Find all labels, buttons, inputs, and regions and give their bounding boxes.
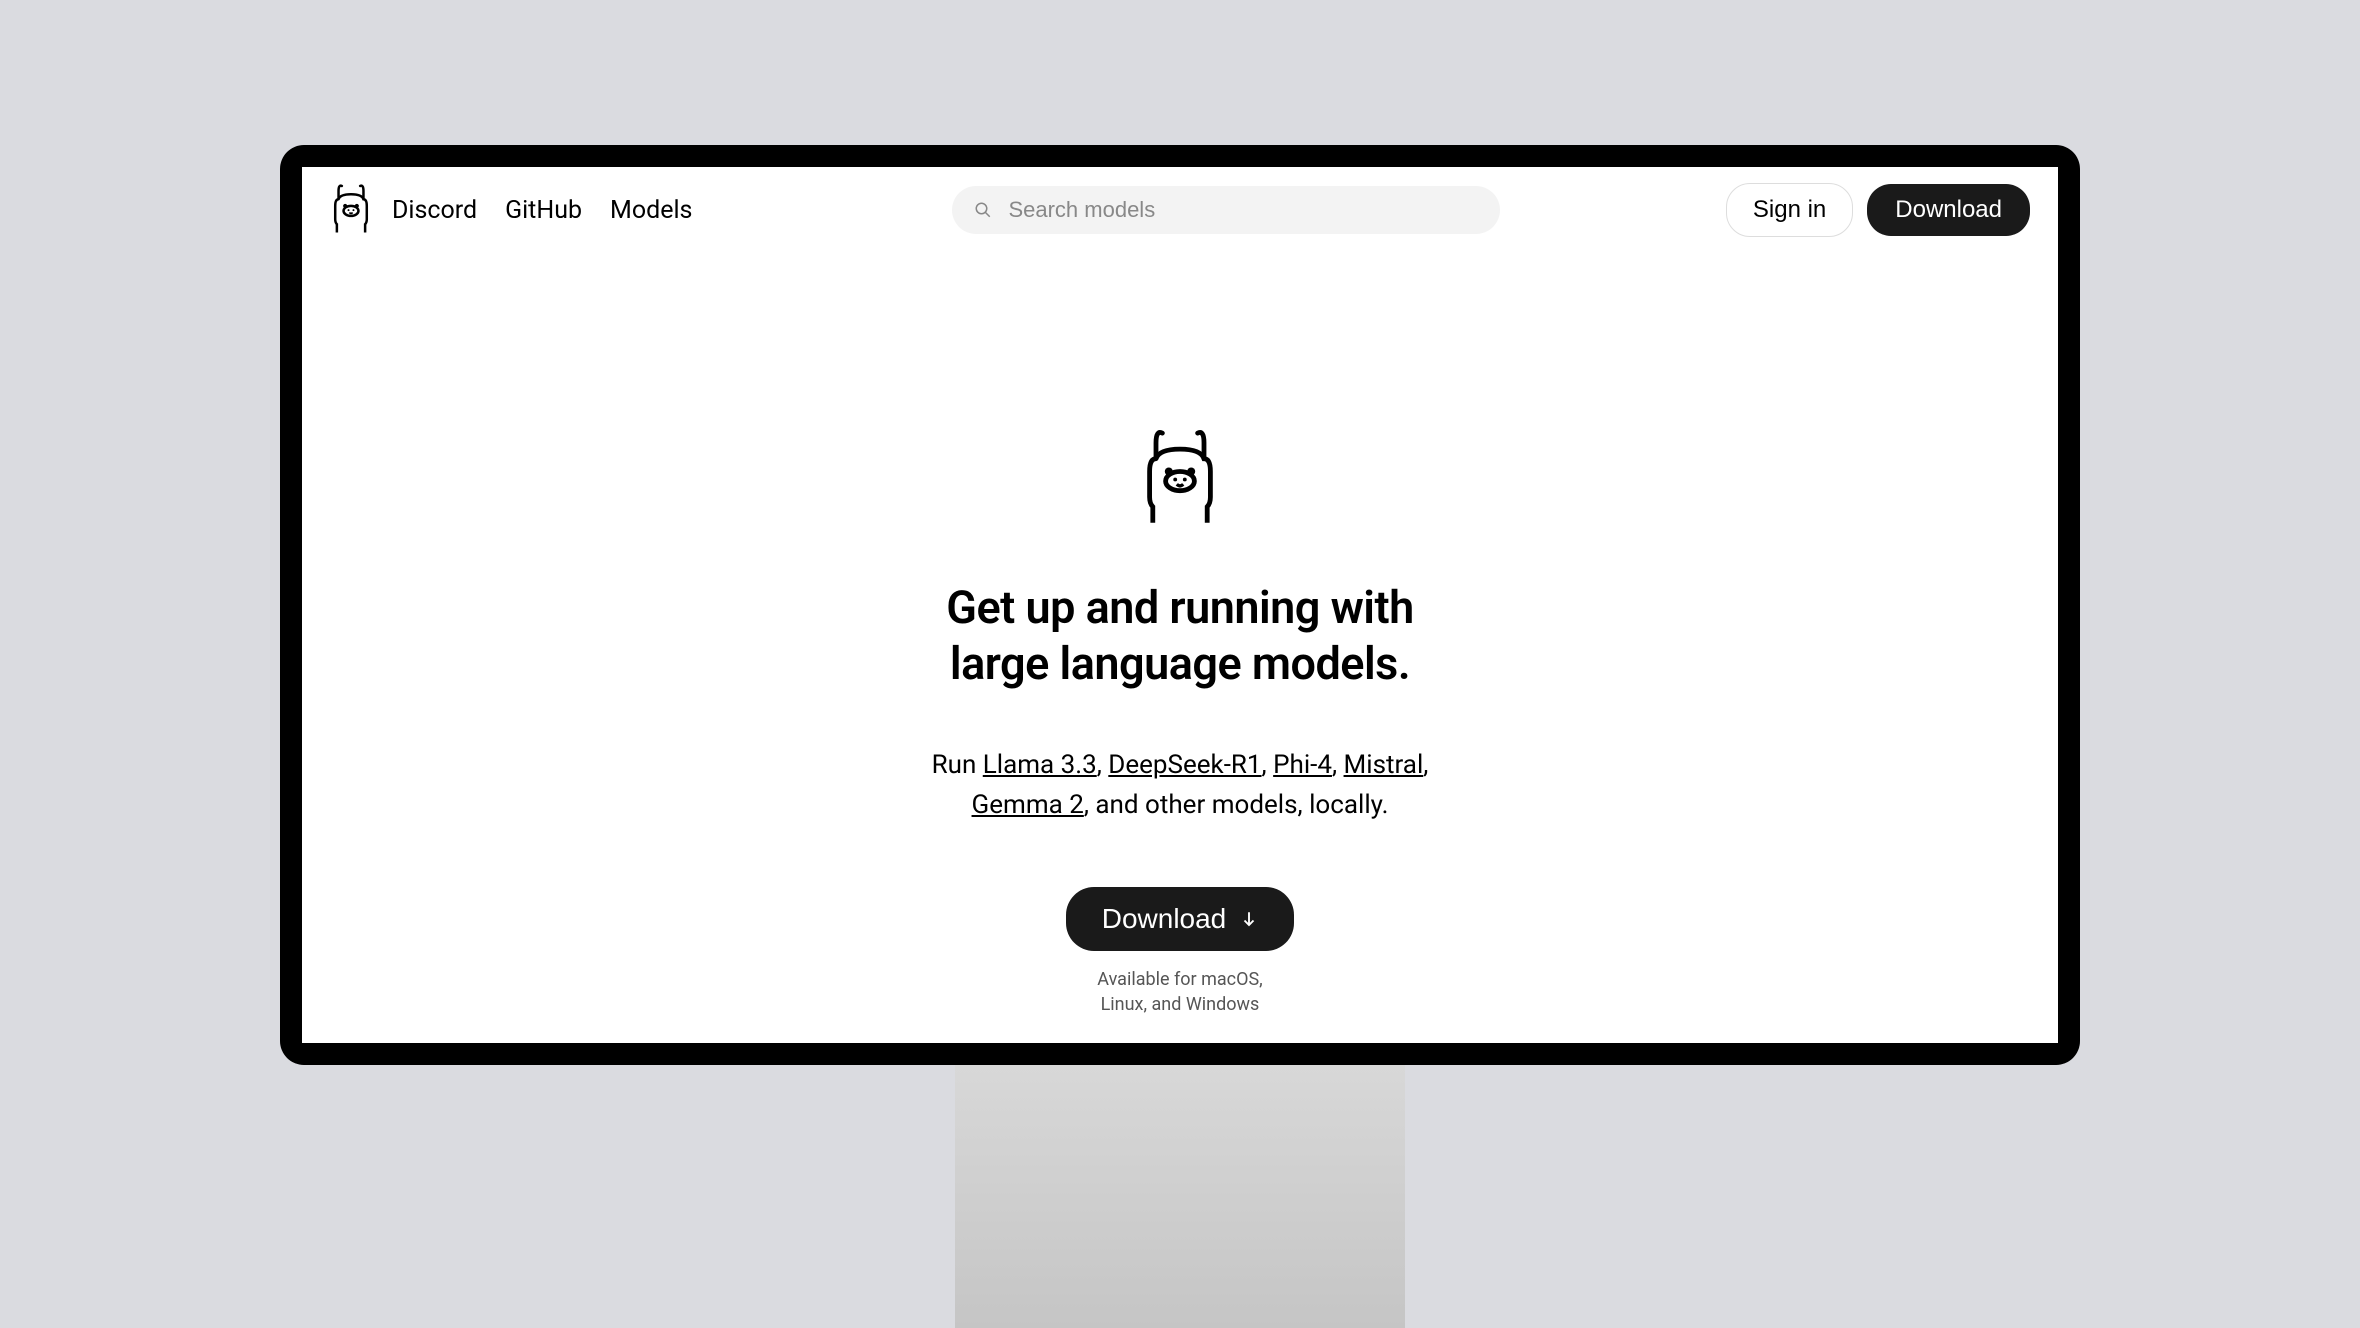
nav-github[interactable]: GitHub bbox=[505, 196, 582, 225]
model-link-llama[interactable]: Llama 3.3 bbox=[983, 750, 1097, 780]
screen-content: Discord GitHub Models Sign in Download bbox=[302, 167, 2058, 1043]
logo-link[interactable] bbox=[330, 181, 372, 239]
download-button-main[interactable]: Download bbox=[1066, 887, 1295, 951]
ollama-logo-icon bbox=[330, 181, 372, 235]
download-arrow-icon bbox=[1240, 910, 1258, 928]
download-label: Download bbox=[1102, 903, 1227, 935]
subtitle-prefix: Run bbox=[932, 750, 983, 780]
nav-discord[interactable]: Discord bbox=[392, 196, 477, 225]
hero-section: Get up and running with large language m… bbox=[302, 253, 2058, 1017]
monitor-stand bbox=[955, 1063, 1405, 1328]
ollama-logo-large-icon bbox=[1140, 423, 1220, 528]
hero-subtitle: Run Llama 3.3, DeepSeek-R1, Phi-4, Mistr… bbox=[910, 745, 1450, 826]
model-link-deepseek[interactable]: DeepSeek-R1 bbox=[1108, 750, 1261, 780]
model-link-phi[interactable]: Phi-4 bbox=[1273, 750, 1332, 780]
model-link-mistral[interactable]: Mistral bbox=[1344, 750, 1424, 780]
nav-models[interactable]: Models bbox=[610, 196, 692, 225]
search-container bbox=[952, 186, 1500, 234]
monitor-frame: Discord GitHub Models Sign in Download bbox=[280, 145, 2080, 1065]
hero-title: Get up and running with large language m… bbox=[900, 580, 1460, 693]
header: Discord GitHub Models Sign in Download bbox=[302, 167, 2058, 253]
subtitle-suffix: , and other models, locally. bbox=[1084, 790, 1389, 820]
search-input[interactable] bbox=[952, 186, 1500, 234]
model-link-gemma[interactable]: Gemma 2 bbox=[972, 790, 1084, 820]
signin-button[interactable]: Sign in bbox=[1726, 183, 1853, 237]
search-icon bbox=[974, 201, 992, 219]
hero-logo bbox=[1140, 423, 1220, 532]
availability-text: Available for macOS, Linux, and Windows bbox=[1097, 967, 1262, 1017]
header-actions: Sign in Download bbox=[1726, 183, 2030, 237]
nav-links: Discord GitHub Models bbox=[392, 196, 692, 225]
download-button-header[interactable]: Download bbox=[1867, 184, 2030, 236]
